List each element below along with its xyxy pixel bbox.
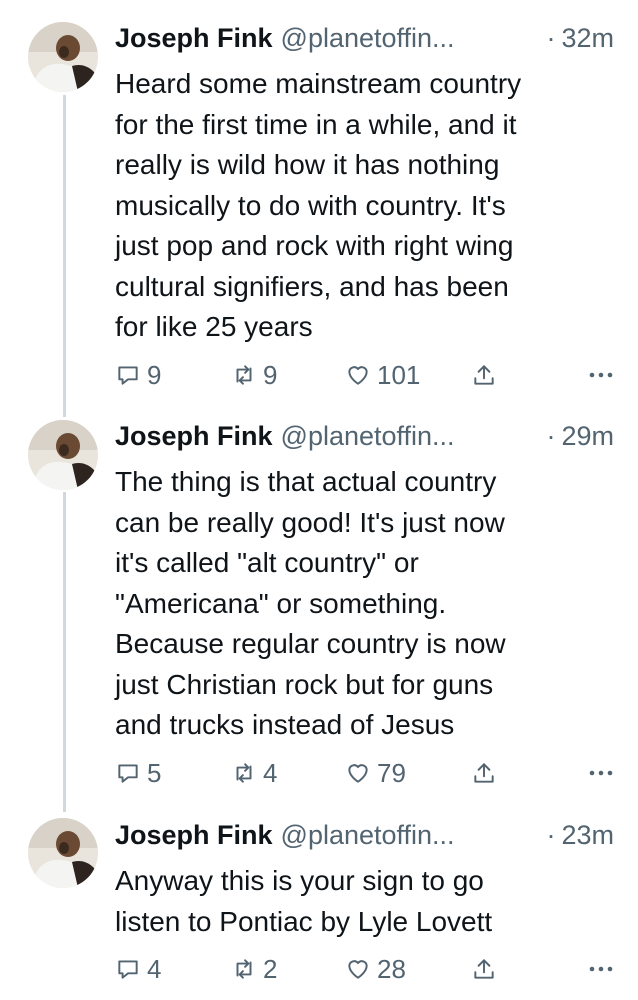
timestamp[interactable]: 32m [561,23,614,54]
heart-icon [348,366,368,385]
tweet-header: Joseph Fink @planetoffin... · 32m [115,18,614,58]
like-count: 101 [377,359,421,390]
reply-icon [118,960,138,979]
share-button[interactable] [471,951,503,987]
like-button[interactable]: 79 [345,755,406,791]
tweet[interactable]: Joseph Fink @planetoffin... · 23m Anyway… [0,810,638,1000]
share-icon [474,959,494,979]
author-handle[interactable]: @planetoffin... [281,421,539,452]
share-button[interactable] [471,357,503,393]
reply-button[interactable]: 4 [115,951,161,987]
tweet-header: Joseph Fink @planetoffin... · 23m [115,815,614,855]
retweet-icon [236,365,252,385]
like-count: 28 [377,953,406,984]
retweet-count: 4 [263,757,278,788]
like-button[interactable]: 101 [345,357,420,393]
avatar[interactable] [28,420,98,490]
timestamp[interactable]: 23m [561,820,614,851]
share-icon [474,763,494,783]
tweet-text: Anyway this is your sign to go listen to… [115,865,493,937]
more-button[interactable] [588,951,614,987]
more-icon [589,966,613,972]
reply-icon [118,366,138,385]
more-button[interactable] [588,755,614,791]
separator-dot: · [546,22,556,53]
author-handle[interactable]: @planetoffin... [281,820,539,851]
avatar[interactable] [28,818,98,888]
retweet-count: 9 [263,359,278,390]
separator-dot: · [546,420,556,451]
tweet-text: The thing is that actual country can be … [115,466,506,740]
author-name[interactable]: Joseph Fink [115,23,273,54]
reply-button[interactable]: 9 [115,357,161,393]
reply-count: 5 [147,757,162,788]
tweet-text: Heard some mainstream country for the fi… [115,68,522,342]
more-icon [589,770,613,776]
reply-count: 9 [147,359,162,390]
retweet-button[interactable]: 9 [231,357,277,393]
action-bar: 9 9 101 [115,357,614,393]
tweet-header: Joseph Fink @planetoffin... · 29m [115,416,614,456]
retweet-icon [236,763,252,783]
more-button[interactable] [588,357,614,393]
share-icon [474,365,494,385]
more-icon [589,372,613,378]
retweet-button[interactable]: 2 [231,951,277,987]
reply-button[interactable]: 5 [115,755,161,791]
heart-icon [348,960,368,979]
like-count: 79 [377,757,406,788]
tweet[interactable]: Joseph Fink @planetoffin... · 29m The th… [0,410,638,810]
reply-icon [118,764,138,783]
action-bar: 4 2 28 [115,951,614,987]
author-name[interactable]: Joseph Fink [115,820,273,851]
author-handle[interactable]: @planetoffin... [281,23,539,54]
tweet[interactable]: Joseph Fink @planetoffin... · 32m Heard … [0,0,638,410]
retweet-count: 2 [263,953,278,984]
author-name[interactable]: Joseph Fink [115,421,273,452]
separator-dot: · [546,819,556,850]
retweet-button[interactable]: 4 [231,755,277,791]
heart-icon [348,764,368,783]
action-bar: 5 4 79 [115,755,614,791]
share-button[interactable] [471,755,503,791]
reply-count: 4 [147,953,162,984]
like-button[interactable]: 28 [345,951,406,987]
avatar[interactable] [28,22,98,92]
timestamp[interactable]: 29m [561,421,614,452]
retweet-icon [236,959,252,979]
